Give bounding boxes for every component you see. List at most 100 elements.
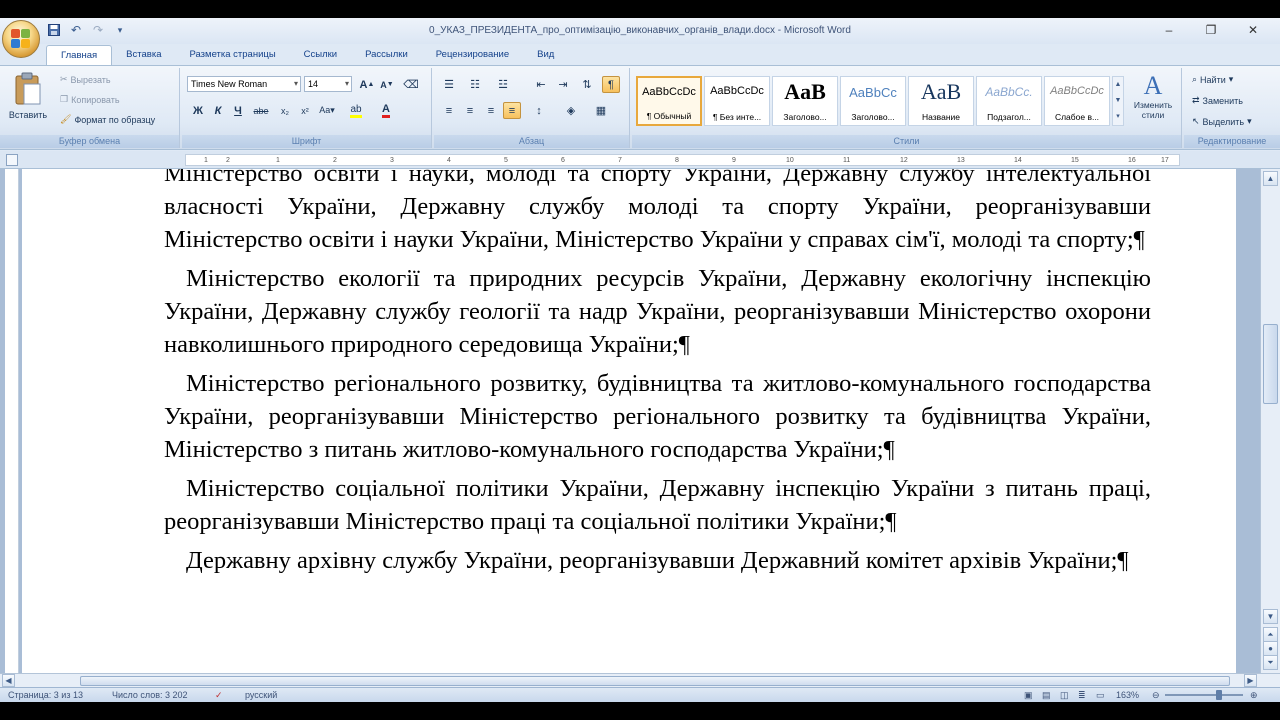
proofing-icon[interactable]: ✓ <box>215 690 223 701</box>
tab-selector[interactable] <box>6 154 18 166</box>
line-spacing-icon[interactable]: ↕ <box>530 102 548 119</box>
decrease-indent-icon[interactable]: ⇤ <box>532 76 550 93</box>
ribbon-tabs: Главная Вставка Разметка страницы Ссылки… <box>46 45 568 65</box>
outline-icon[interactable]: ≣ <box>1078 690 1086 701</box>
draft-icon[interactable]: ▭ <box>1096 690 1105 701</box>
paragraph-group: ☰ ☷ ☳ ⇤ ⇥ ⇅ ¶ ≡ ≡ ≡ ≡ ↕ ◈ ▦ Абзац <box>434 68 630 148</box>
scroll-left-icon[interactable]: ◀ <box>2 674 15 687</box>
scroll-down-icon[interactable]: ▼ <box>1263 609 1278 624</box>
shrink-font-icon[interactable]: A ▼ <box>378 76 396 93</box>
clear-formatting-icon[interactable]: ⌫ <box>402 76 420 93</box>
tab-page-layout[interactable]: Разметка страницы <box>175 45 289 65</box>
document-text[interactable]: Міністерство освіти і науки, молоді та с… <box>164 169 1151 583</box>
style-heading-1[interactable]: AaB Заголово... <box>772 76 838 126</box>
shading-icon[interactable]: ◈ <box>562 102 580 119</box>
justify-icon[interactable]: ≡ <box>503 102 521 119</box>
zoom-level[interactable]: 163% <box>1116 690 1139 700</box>
change-case-icon[interactable]: Aa▾ <box>318 102 336 119</box>
horizontal-scrollbar[interactable]: ◀ ▶ <box>0 673 1280 687</box>
language-indicator[interactable]: русский <box>245 690 277 700</box>
zoom-slider[interactable] <box>1165 694 1243 696</box>
clipboard-group: Вставить ✂ Вырезать ❐ Копировать 🖌 Формат п… <box>0 68 180 148</box>
align-center-icon[interactable]: ≡ <box>461 102 479 119</box>
grow-font-icon[interactable]: A ▲ <box>358 76 376 93</box>
paragraph[interactable]: Міністерство регіонального розвитку, буд… <box>164 367 1151 466</box>
vertical-ruler[interactable] <box>5 169 19 673</box>
horizontal-ruler[interactable]: 1 2 1 2 3 4 5 6 7 8 9 10 11 12 13 14 15 … <box>0 151 1280 169</box>
align-right-icon[interactable]: ≡ <box>482 102 500 119</box>
browse-object-icon[interactable]: ● <box>1263 641 1278 656</box>
paste-icon <box>15 72 41 105</box>
paste-button[interactable]: Вставить <box>6 72 50 130</box>
bullets-icon[interactable]: ☰ <box>440 76 458 93</box>
font-name-combo[interactable]: Times New Roman <box>187 76 301 92</box>
zoom-in-icon[interactable]: ⊕ <box>1250 690 1258 701</box>
style-title[interactable]: AaB Название <box>908 76 974 126</box>
zoom-out-icon[interactable]: ⊖ <box>1152 690 1160 701</box>
office-button[interactable] <box>2 20 40 58</box>
tab-review[interactable]: Рецензирование <box>422 45 523 65</box>
superscript-icon[interactable]: x² <box>296 102 314 119</box>
style-no-spacing[interactable]: AaBbCcDc ¶ Без инте... <box>704 76 770 126</box>
restore-button[interactable]: ❐ <box>1190 20 1232 40</box>
word-count[interactable]: Число слов: 3 202 <box>112 690 188 700</box>
show-formatting-marks-icon[interactable]: ¶ <box>602 76 620 93</box>
styles-group-label: Стили <box>632 135 1181 148</box>
bold-icon[interactable]: Ж <box>189 102 207 119</box>
office-logo-icon <box>11 29 31 49</box>
web-layout-icon[interactable]: ◫ <box>1060 690 1069 701</box>
paragraph[interactable]: Міністерство соціальної політики України… <box>164 472 1151 538</box>
window-title: 0_УКАЗ_ПРЕЗИДЕНТА_про_оптимізацію_викона… <box>429 25 851 36</box>
numbering-icon[interactable]: ☷ <box>466 76 484 93</box>
vertical-scroll-thumb[interactable] <box>1263 324 1278 404</box>
font-size-combo[interactable]: 14 <box>304 76 352 92</box>
find-button[interactable]: ⌕ Найти ▾ <box>1192 74 1233 85</box>
document-page[interactable]: Міністерство освіти і науки, молоді та с… <box>22 169 1236 673</box>
print-layout-icon[interactable]: ▣ <box>1024 690 1033 701</box>
paragraph[interactable]: Державну архівну службу України, реорган… <box>164 544 1151 577</box>
tab-insert[interactable]: Вставка <box>112 45 175 65</box>
ruler-track[interactable]: 1 2 1 2 3 4 5 6 7 8 9 10 11 12 13 14 15 … <box>185 154 1180 166</box>
underline-icon[interactable]: Ч <box>229 102 247 119</box>
sort-icon[interactable]: ⇅ <box>578 76 596 93</box>
title-bar: ↶ ↷ ▾ 0_УКАЗ_ПРЕЗИДЕНТА_про_оптимізацію_… <box>0 18 1280 44</box>
tab-home[interactable]: Главная <box>46 45 113 65</box>
multilevel-list-icon[interactable]: ☳ <box>494 76 512 93</box>
subscript-icon[interactable]: x₂ <box>276 102 294 119</box>
next-page-icon[interactable]: ⏷ <box>1263 655 1278 670</box>
style-subtle-emphasis[interactable]: AaBbCcDc Слабое в... <box>1044 76 1110 126</box>
tab-view[interactable]: Вид <box>523 45 568 65</box>
font-color-icon[interactable]: A <box>377 102 395 119</box>
close-button[interactable]: ✕ <box>1232 20 1274 40</box>
vertical-scrollbar[interactable]: ▲ ▼ ⏶ ● ⏷ <box>1260 169 1280 673</box>
style-subtitle[interactable]: AaBbCc. Подзагол... <box>976 76 1042 126</box>
tab-mailings[interactable]: Рассылки <box>351 45 422 65</box>
full-screen-reading-icon[interactable]: ▤ <box>1042 690 1051 701</box>
page-indicator[interactable]: Страница: 3 из 13 <box>8 690 83 700</box>
copy-button[interactable]: ❐ Копировать <box>60 94 120 105</box>
change-styles-button[interactable]: A Изменить стили <box>1128 72 1178 130</box>
minimize-button[interactable]: – <box>1148 20 1190 40</box>
paragraph[interactable]: Міністерство екології та природних ресур… <box>164 262 1151 361</box>
previous-page-icon[interactable]: ⏶ <box>1263 627 1278 642</box>
italic-icon[interactable]: К <box>209 102 227 119</box>
replace-button[interactable]: ⇄ Заменить <box>1192 95 1243 106</box>
scroll-right-icon[interactable]: ▶ <box>1244 674 1257 687</box>
align-left-icon[interactable]: ≡ <box>440 102 458 119</box>
window-controls: – ❐ ✕ <box>1148 20 1274 40</box>
select-button[interactable]: ↖ Выделить ▾ <box>1192 116 1252 127</box>
style-normal[interactable]: AaBbCcDc ¶ Обычный <box>636 76 702 126</box>
horizontal-scroll-thumb[interactable] <box>80 676 1230 686</box>
strikethrough-icon[interactable]: abe <box>252 102 270 119</box>
scroll-up-icon[interactable]: ▲ <box>1263 171 1278 186</box>
increase-indent-icon[interactable]: ⇥ <box>554 76 572 93</box>
tab-references[interactable]: Ссылки <box>290 45 351 65</box>
zoom-slider-knob[interactable] <box>1216 690 1222 700</box>
format-painter-button[interactable]: 🖌 Формат по образцу <box>60 114 155 125</box>
borders-icon[interactable]: ▦ <box>592 102 610 119</box>
style-heading-2[interactable]: AaBbCc Заголово... <box>840 76 906 126</box>
highlight-icon[interactable]: ab <box>347 102 365 119</box>
paragraph[interactable]: Міністерство освіти і науки, молоді та с… <box>164 169 1151 256</box>
cut-button[interactable]: ✂ Вырезать <box>60 74 111 85</box>
styles-gallery-scroll[interactable]: ▲ ▼ ▾ <box>1112 76 1124 126</box>
